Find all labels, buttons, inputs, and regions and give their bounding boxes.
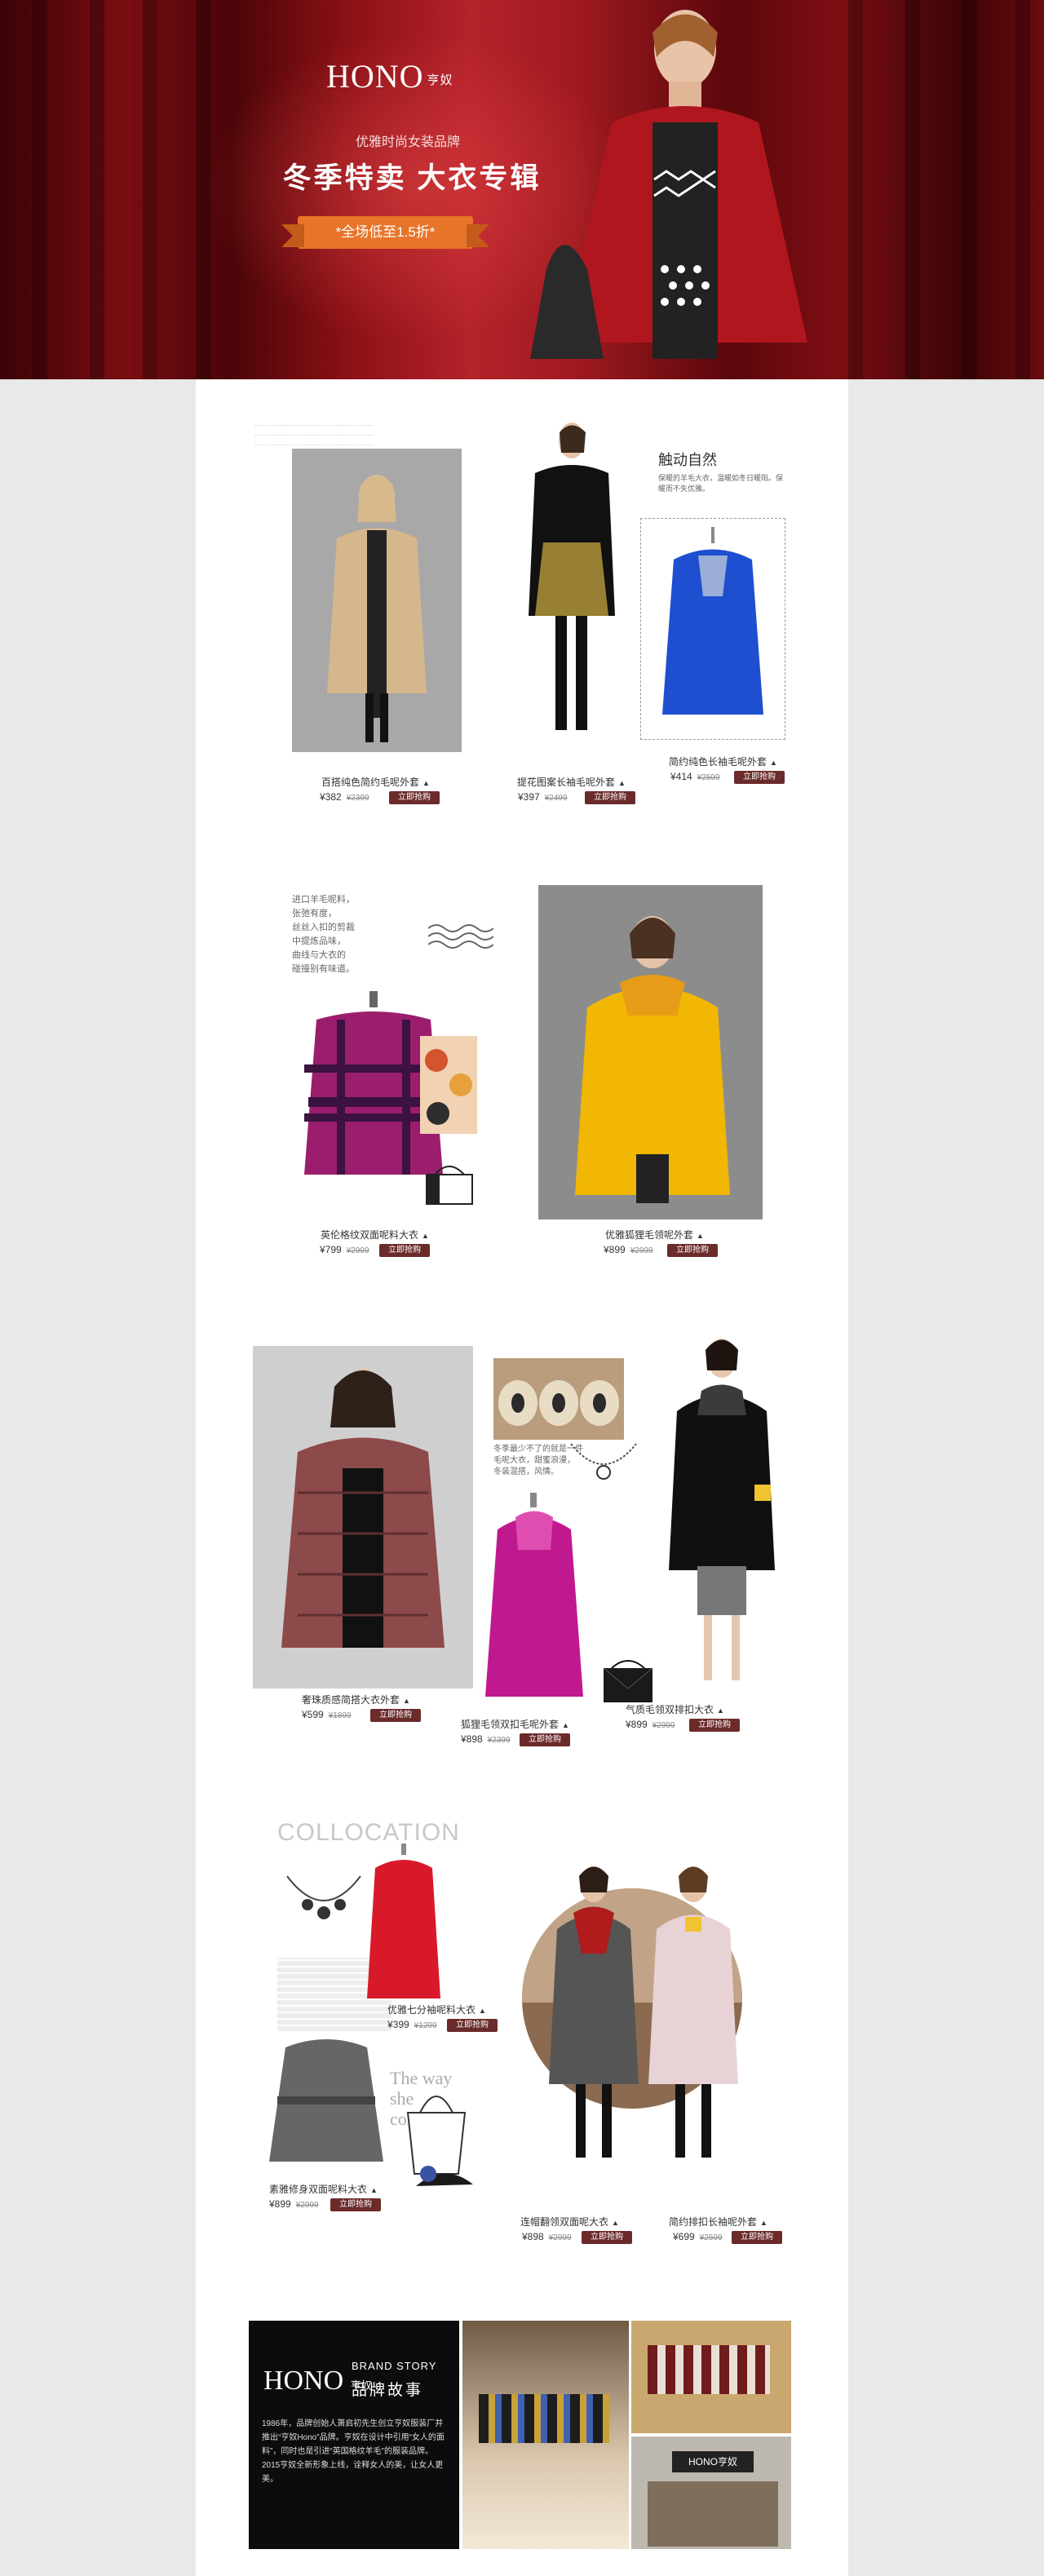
section-desc: 保暖的羊毛大衣，温暖如冬日暖阳。保暖而不失优雅。 <box>658 474 784 493</box>
product-name[interactable]: 连帽翻领双面呢大衣 ▲ <box>520 2215 619 2229</box>
buy-button[interactable]: 立即抢购 <box>379 1244 430 1257</box>
product-image-grey-wrap-coat[interactable] <box>261 2031 392 2170</box>
wave-decor <box>428 924 493 949</box>
brand-logo[interactable]: HONO 亨奴 <box>326 57 453 95</box>
buy-button[interactable]: 立即抢购 <box>582 2231 632 2244</box>
shoes-image <box>416 2166 473 2186</box>
product-image-black-coat[interactable] <box>519 412 625 759</box>
product-name[interactable]: 英伦格纹双面呢料大衣 ▲ <box>321 1228 429 1242</box>
product-price: ¥799 ¥2999 <box>320 1244 369 1255</box>
decor-text: ········································… <box>254 421 374 449</box>
product-price: ¥599 ¥1899 <box>302 1709 352 1720</box>
product-image-grey-red-coat[interactable] <box>545 1848 643 2174</box>
main-content: ········································… <box>196 379 848 2576</box>
banner-tagline: 优雅时尚女装品牌 <box>355 135 460 149</box>
buy-button[interactable]: 立即抢购 <box>520 1733 570 1746</box>
buy-button[interactable]: 立即抢购 <box>732 2231 782 2244</box>
section-desc: 进口羊毛呢料， 张弛有度， 丝丝入扣的剪裁 中提炼品味， 曲线与大衣的 碰撞别有… <box>292 895 355 974</box>
product-name[interactable]: 简约纯色长袖毛呢外套 ▲ <box>669 755 777 768</box>
product-price: ¥898 ¥2999 <box>522 2231 572 2242</box>
curtain-fold <box>962 0 977 379</box>
product-name[interactable]: 百搭纯色简约毛呢外套 ▲ <box>321 775 430 789</box>
curtain-fold <box>33 0 47 379</box>
buy-button[interactable]: 立即抢购 <box>330 2198 381 2211</box>
product-price: ¥899 ¥2999 <box>269 2198 319 2210</box>
sheep-image <box>493 1358 624 1440</box>
product-price: ¥899 ¥2999 <box>604 1244 653 1255</box>
product-price: ¥414 ¥2599 <box>670 771 720 782</box>
product-image-blue-coat[interactable] <box>640 518 785 740</box>
section-heading: 触动自然 <box>658 452 717 468</box>
jewelry-necklace-image <box>286 1875 361 1919</box>
hero-banner: HONO 亨奴 优雅时尚女装品牌 冬季特卖 大衣专辑 *全场低至1.5折* <box>0 0 1044 379</box>
handbag-image <box>426 1166 473 1205</box>
product-image-camel-coat[interactable] <box>292 449 462 752</box>
curtain-fold <box>143 0 157 379</box>
buy-button[interactable]: 立即抢购 <box>389 791 440 804</box>
product-price: ¥899 ¥2999 <box>626 1719 675 1730</box>
product-image-yellow-coat[interactable] <box>538 885 763 1219</box>
store-sign: HONO亨奴 <box>672 2451 754 2472</box>
store-display-photo <box>631 2321 791 2433</box>
product-image-pink-coat-2[interactable] <box>644 1848 742 2174</box>
brand-story-label-cn: 品牌故事 <box>352 2382 424 2399</box>
promo-ribbon: *全场低至1.5折* <box>281 216 489 249</box>
buy-button[interactable]: 立即抢购 <box>734 771 785 784</box>
buy-button[interactable]: 立即抢购 <box>689 1719 740 1732</box>
product-name[interactable]: 优雅狐狸毛领呢外套 ▲ <box>605 1228 704 1242</box>
buy-button[interactable]: 立即抢购 <box>447 2019 498 2032</box>
clutch-bag-image <box>603 1660 653 1702</box>
buy-button[interactable]: 立即抢购 <box>585 791 635 804</box>
product-name[interactable]: 素雅修身双面呢料大衣 ▲ <box>269 2182 378 2196</box>
product-name[interactable]: 狐狸毛领双扣毛呢外套 ▲ <box>461 1717 569 1731</box>
curtain-fold <box>905 0 920 379</box>
curtain-fold <box>848 0 863 379</box>
product-image-pink-coat[interactable] <box>473 1493 595 1709</box>
decor-pattern-image <box>420 1036 477 1134</box>
brand-story-panel: HONO 亨奴 BRAND STORY 品牌故事 1986年，品牌创始人萧启初先… <box>249 2321 459 2549</box>
buy-button[interactable]: 立即抢购 <box>370 1709 421 1722</box>
product-price: ¥382 ¥2399 <box>320 791 369 803</box>
store-front-photo: HONO亨奴 <box>631 2437 791 2549</box>
store-interior-photo <box>462 2321 629 2549</box>
brand-story-text: 1986年，品牌创始人萧启初先生创立亨奴服装厂并推出“亨奴Hono”品牌。亨奴在… <box>262 2419 445 2484</box>
product-name[interactable]: 气质毛领双排扣大衣 ▲ <box>626 1702 724 1716</box>
collocation-heading: COLLOCATION <box>277 1819 460 1846</box>
product-price: ¥699 ¥2599 <box>673 2231 723 2242</box>
brand-story-label-en: BRAND STORY <box>352 2360 437 2372</box>
product-price: ¥399 ¥1299 <box>387 2019 437 2030</box>
necklace-image <box>570 1443 637 1480</box>
product-name[interactable]: 提花图案长袖毛呢外套 ▲ <box>517 775 626 789</box>
curtain-fold <box>90 0 104 379</box>
product-name[interactable]: 奢珠质感简搭大衣外套 ▲ <box>302 1693 410 1706</box>
product-price: ¥898 ¥2399 <box>461 1733 511 1745</box>
store-photos: HONO亨奴 <box>459 2321 791 2549</box>
model-red-coat-image <box>530 10 807 359</box>
curtain-fold <box>1015 0 1030 379</box>
product-name[interactable]: 优雅七分袖呢料大衣 ▲ <box>387 2003 486 2016</box>
product-image-red-dress-coat[interactable] <box>359 1843 449 2003</box>
product-image-black-fur-coat[interactable] <box>657 1321 787 1689</box>
product-price: ¥397 ¥2499 <box>518 791 568 803</box>
product-name[interactable]: 简约排扣长袖呢外套 ▲ <box>669 2215 768 2229</box>
product-image-tweed-coat[interactable] <box>253 1346 473 1689</box>
buy-button[interactable]: 立即抢购 <box>667 1244 718 1257</box>
brand-story-section: HONO 亨奴 BRAND STORY 品牌故事 1986年，品牌创始人萧启初先… <box>249 2321 791 2549</box>
